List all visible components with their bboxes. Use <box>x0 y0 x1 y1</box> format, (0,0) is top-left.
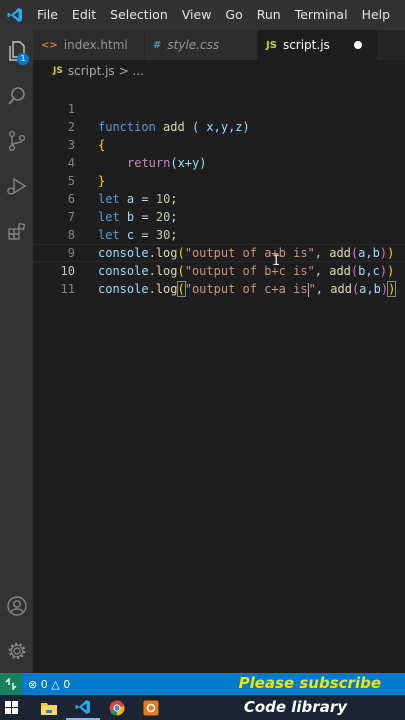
tab-label: script.js <box>282 38 330 52</box>
subscribe-caption: Please subscribe <box>238 674 381 692</box>
code-line: 10 console.log("output of c+a is", add(a… <box>33 244 405 297</box>
vscode-logo-icon <box>0 0 30 30</box>
explorer-icon[interactable]: 1 <box>0 36 33 66</box>
html-file-icon: <> <box>41 39 58 51</box>
extensions-icon[interactable] <box>0 216 33 246</box>
vscode-taskbar-icon[interactable] <box>66 695 100 720</box>
code-line: 7 let c = 30; <box>33 190 405 242</box>
code-line: 6 let b = 20; <box>33 172 405 224</box>
tab-script-js[interactable]: JS script.js <box>258 30 378 60</box>
source-control-icon[interactable] <box>0 126 33 156</box>
breadcrumb: JS script.js > ... <box>33 60 405 82</box>
breadcrumb-file[interactable]: script.js <box>68 64 115 78</box>
object: console <box>98 282 149 296</box>
menu-file[interactable]: File <box>30 0 65 30</box>
args: a,b <box>359 282 381 296</box>
error-count: 0 <box>40 677 48 691</box>
chrome-icon[interactable] <box>100 695 134 720</box>
app-icon[interactable] <box>134 695 168 720</box>
menu-selection[interactable]: Selection <box>103 0 175 30</box>
call: add <box>330 282 352 296</box>
menu-bar: File Edit Selection View Go Run Terminal… <box>0 0 405 30</box>
menu-go[interactable]: Go <box>218 0 249 30</box>
windows-start-icon[interactable] <box>0 695 22 720</box>
file-explorer-icon[interactable] <box>32 695 66 720</box>
problems-indicator[interactable]: ⊗ 0 △ 0 <box>28 678 70 691</box>
warning-count: 0 <box>63 677 71 691</box>
explorer-badge: 1 <box>17 53 29 65</box>
tab-label: style.css <box>167 38 220 52</box>
method: log <box>155 282 178 296</box>
remote-indicator-icon[interactable] <box>0 673 22 695</box>
activity-bar: 1 <box>0 30 33 673</box>
code-line: 9 console.log("output of b+c is", add(b,… <box>33 226 405 278</box>
menu-help[interactable]: Help <box>355 0 398 30</box>
breadcrumb-rest[interactable]: > ... <box>119 64 144 78</box>
account-icon[interactable] <box>0 591 33 621</box>
menu-run[interactable]: Run <box>250 0 288 30</box>
unsaved-dot-icon[interactable] <box>353 41 362 49</box>
code-line: 11 <box>33 262 405 296</box>
menu-terminal[interactable]: Terminal <box>288 0 355 30</box>
channel-caption: Code library <box>243 698 347 716</box>
error-icon: ⊗ <box>28 677 38 691</box>
run-debug-icon[interactable] <box>0 171 33 201</box>
string: "output of c+a is <box>184 282 308 296</box>
code-line: 8 console.log("output of a+b is", add(a,… <box>33 208 405 260</box>
tab-style-css[interactable]: # style.css <box>145 30 258 60</box>
code-editor[interactable]: 1 function add ( x,y,z) 2 { 3 return(x+y… <box>33 82 405 673</box>
tab-label: index.html <box>63 38 128 52</box>
css-file-icon: # <box>153 39 162 51</box>
js-file-icon: JS <box>266 39 277 51</box>
js-file-icon: JS <box>53 66 63 76</box>
editor-tab-bar: <> index.html # style.css JS script.js <box>33 30 405 60</box>
code-line: 4 } <box>33 136 405 188</box>
code-line: 5 let a = 10; <box>33 154 405 206</box>
tab-index-html[interactable]: <> index.html <box>33 30 145 60</box>
string-quote: " <box>308 282 316 296</box>
settings-gear-icon[interactable] <box>0 636 33 666</box>
menu-edit[interactable]: Edit <box>65 0 103 30</box>
line-number: 11 <box>60 282 75 296</box>
search-icon[interactable] <box>0 81 33 111</box>
code-line: 2 { <box>33 100 405 152</box>
mouse-ibeam-cursor-icon: I <box>272 253 281 269</box>
code-line: 3 return(x+y) <box>33 118 405 170</box>
code-line: 1 function add ( x,y,z) <box>33 82 405 134</box>
menu-view[interactable]: View <box>175 0 219 30</box>
warning-icon: △ <box>51 677 60 691</box>
